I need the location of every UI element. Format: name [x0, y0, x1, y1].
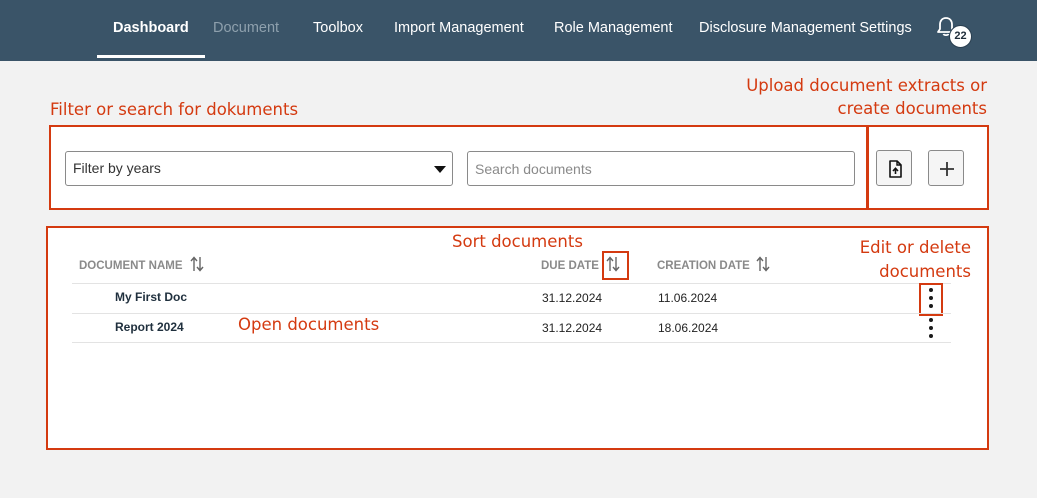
creation-date-cell: 11.06.2024 [658, 291, 718, 305]
table-row-divider [72, 342, 951, 343]
annotation-upload-line1: Upload document extracts or [746, 76, 987, 95]
annotation-frame-row-menu [919, 283, 943, 316]
document-name-link[interactable]: My First Doc [115, 290, 187, 304]
column-header-due-date[interactable]: DUE DATE [541, 260, 599, 272]
annotation-frame-table [46, 226, 989, 450]
document-name-link[interactable]: Report 2024 [115, 320, 184, 334]
sort-arrows-icon[interactable] [189, 255, 205, 273]
annotation-open: Open documents [238, 315, 380, 334]
annotation-frame-filter [49, 125, 869, 210]
table-row-divider [72, 313, 951, 314]
due-date-cell: 31.12.2024 [542, 291, 603, 305]
column-header-creation-date[interactable]: CREATION DATE [657, 260, 750, 272]
nav-tab-import-management[interactable]: Import Management [394, 0, 524, 58]
annotation-sort: Sort documents [452, 232, 583, 251]
creation-date-cell: 18.06.2024 [658, 321, 719, 335]
nav-tab-document[interactable]: Document [213, 0, 279, 58]
annotation-frame-upload [866, 125, 989, 210]
nav-tab-role-management[interactable]: Role Management [554, 0, 673, 58]
annotation-edit-line2: documents [879, 262, 971, 281]
table-header-divider [72, 283, 951, 284]
nav-tab-toolbox[interactable]: Toolbox [313, 0, 363, 58]
column-header-document-name[interactable]: DOCUMENT NAME [79, 260, 183, 272]
more-vertical-icon[interactable] [926, 318, 936, 340]
annotation-filter: Filter or search for dokuments [50, 100, 299, 119]
annotation-frame-sort [602, 251, 629, 280]
nav-tab-disclosure-management-settings[interactable]: Disclosure Management Settings [699, 0, 912, 58]
top-navigation-bar: Dashboard Document Toolbox Import Manage… [0, 0, 1037, 61]
notification-count-badge: 22 [949, 25, 972, 48]
annotation-edit-line1: Edit or delete [859, 238, 971, 257]
annotation-upload-line2: create documents [837, 99, 987, 118]
due-date-cell: 31.12.2024 [542, 321, 603, 335]
nav-tab-dashboard[interactable]: Dashboard [97, 0, 205, 58]
sort-arrows-icon[interactable] [755, 255, 771, 273]
